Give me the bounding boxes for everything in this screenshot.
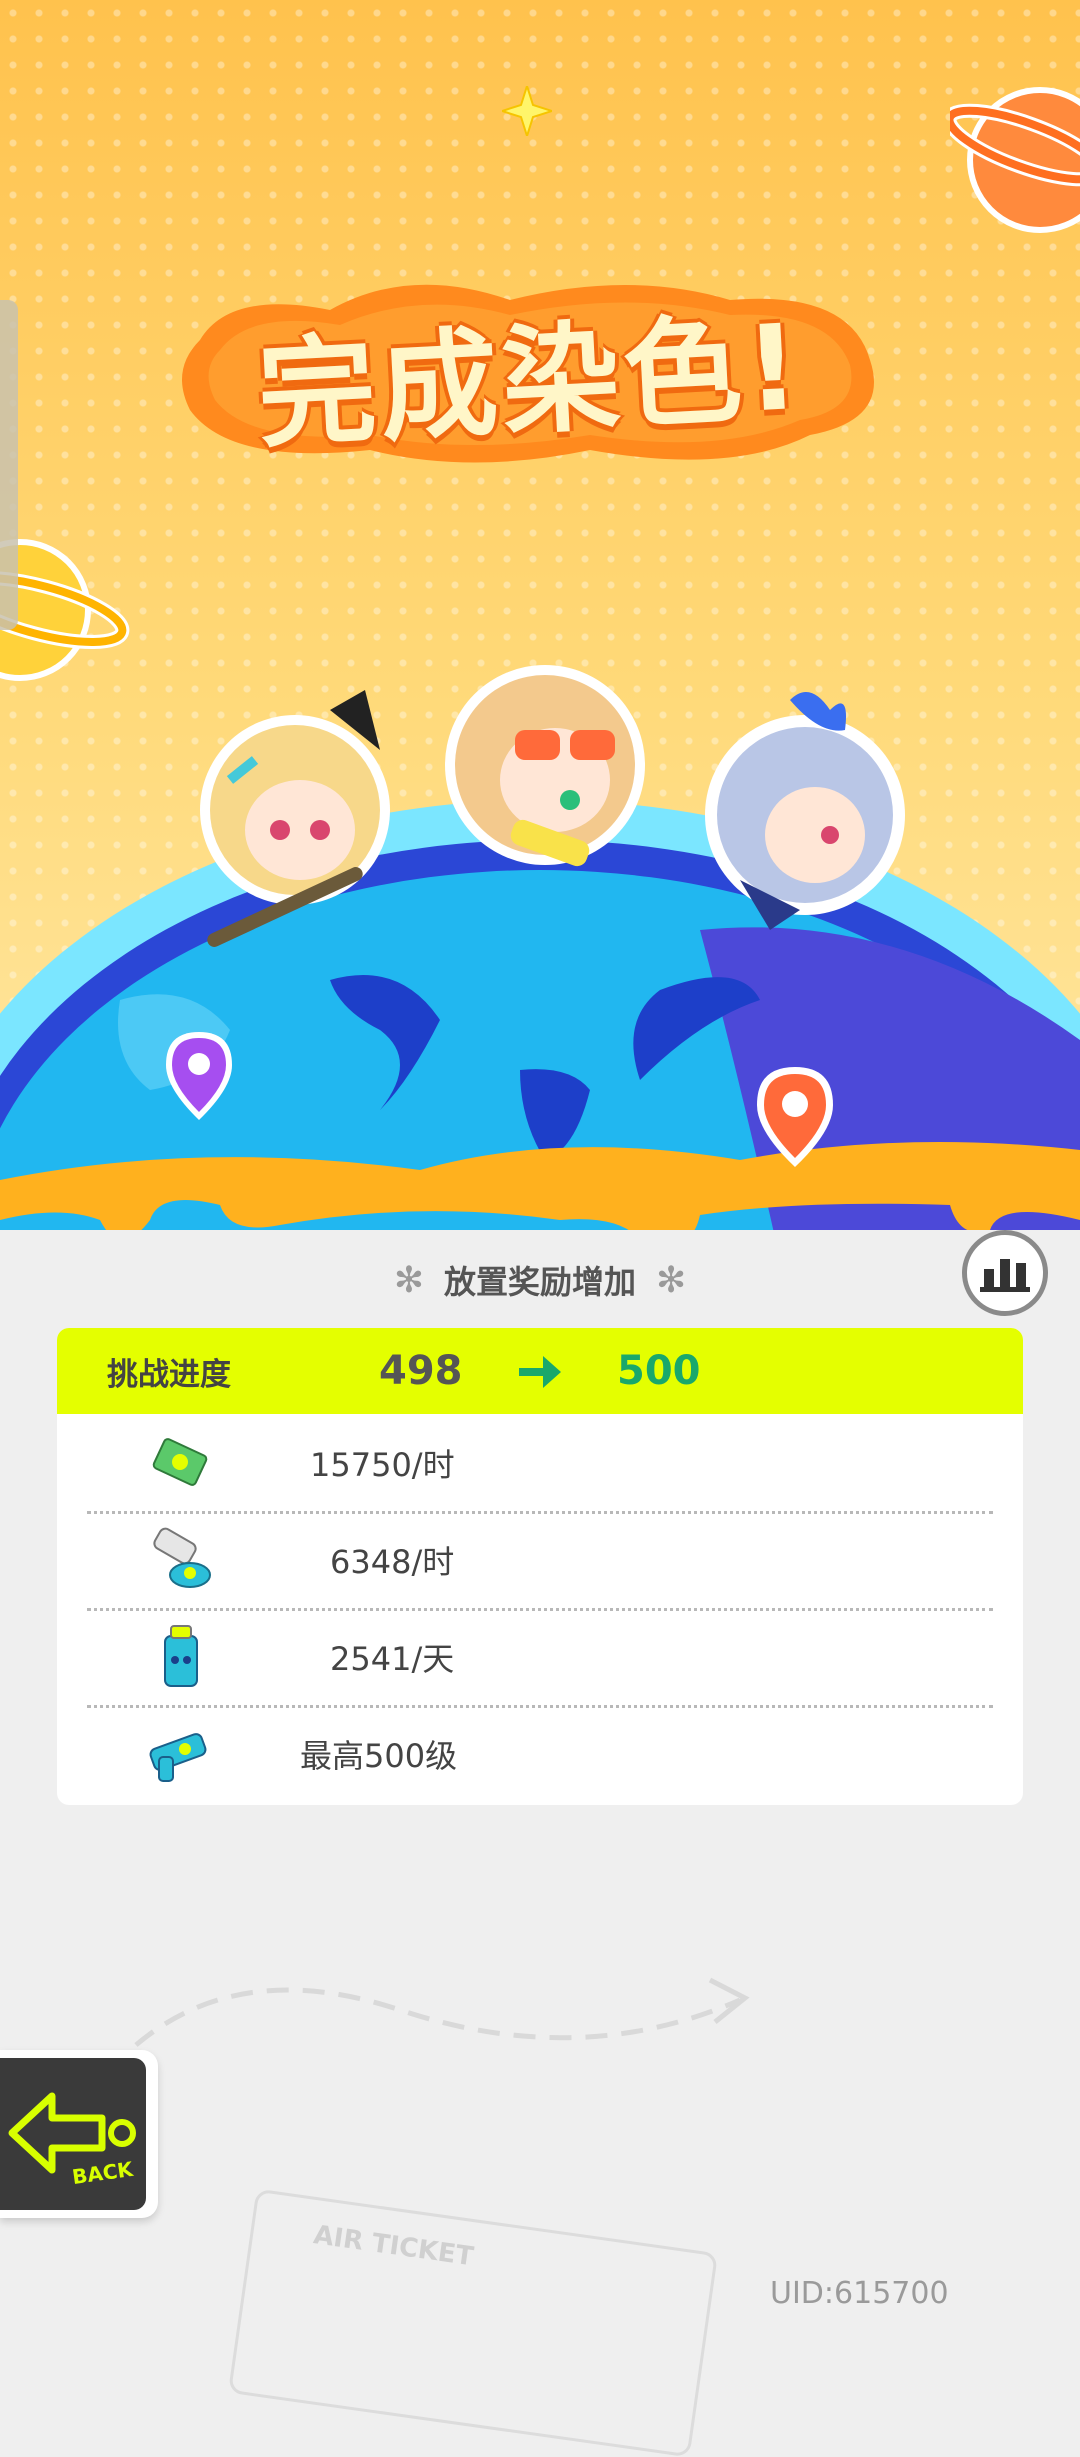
user-id: UID:615700 [770, 2276, 949, 2311]
bonus-header: ✻ 放置奖励增加 ✻ [360, 1255, 720, 1305]
spray-can-icon [164, 1625, 198, 1687]
arrow-right-icon [519, 1356, 561, 1388]
bonus-title: 放置奖励增加 [443, 1263, 636, 1301]
side-drawer-handle[interactable] [0, 300, 18, 630]
title-banner: 完成染色! [170, 270, 890, 470]
reward-value: 6348/时 [330, 1542, 455, 1581]
reward-value: 最高500级 [300, 1736, 458, 1775]
paint-tube-icon [153, 1527, 211, 1588]
progress-label: 挑战进度 [107, 1356, 231, 1393]
reward-value: 2541/天 [330, 1639, 455, 1678]
progress-from: 498 [379, 1348, 463, 1394]
flower-icon: ✻ [656, 1259, 687, 1301]
reward-row: 最高500级 [57, 1705, 1023, 1802]
page-title: 完成染色! [254, 297, 807, 464]
character-silver-hair-girl[interactable] [680, 690, 920, 940]
map-pin-icon-purple[interactable] [164, 1030, 234, 1122]
character-sunglasses-girl[interactable] [430, 650, 660, 900]
planet-icon-right [950, 87, 1080, 233]
back-button-face: BACK [0, 2058, 146, 2210]
reward-value: 15750/时 [310, 1445, 455, 1484]
map-pin-icon-orange[interactable] [755, 1065, 835, 1169]
flower-icon: ✻ [393, 1259, 424, 1301]
ranking-button[interactable] [962, 1230, 1048, 1316]
back-button[interactable]: BACK [0, 2050, 158, 2218]
ticket-label: AIR TICKET [311, 2220, 476, 2273]
reward-row: 15750/时 [57, 1414, 1023, 1511]
character-blonde-girl[interactable] [180, 690, 410, 960]
progress-header: 挑战进度 498 500 [57, 1328, 1023, 1414]
dashed-route-decoration [108, 1977, 750, 2072]
sparkle-icon [502, 86, 552, 136]
reward-row: 6348/时 [57, 1511, 1023, 1608]
paint-gun-icon [149, 1733, 207, 1782]
progress-card: 挑战进度 498 500 15750/时 6348/时 2541/天 最高500… [57, 1328, 1023, 1805]
bar-chart-icon [980, 1259, 1030, 1292]
progress-to: 500 [617, 1348, 701, 1394]
reward-row: 2541/天 [57, 1608, 1023, 1705]
cash-icon [149, 1434, 211, 1490]
